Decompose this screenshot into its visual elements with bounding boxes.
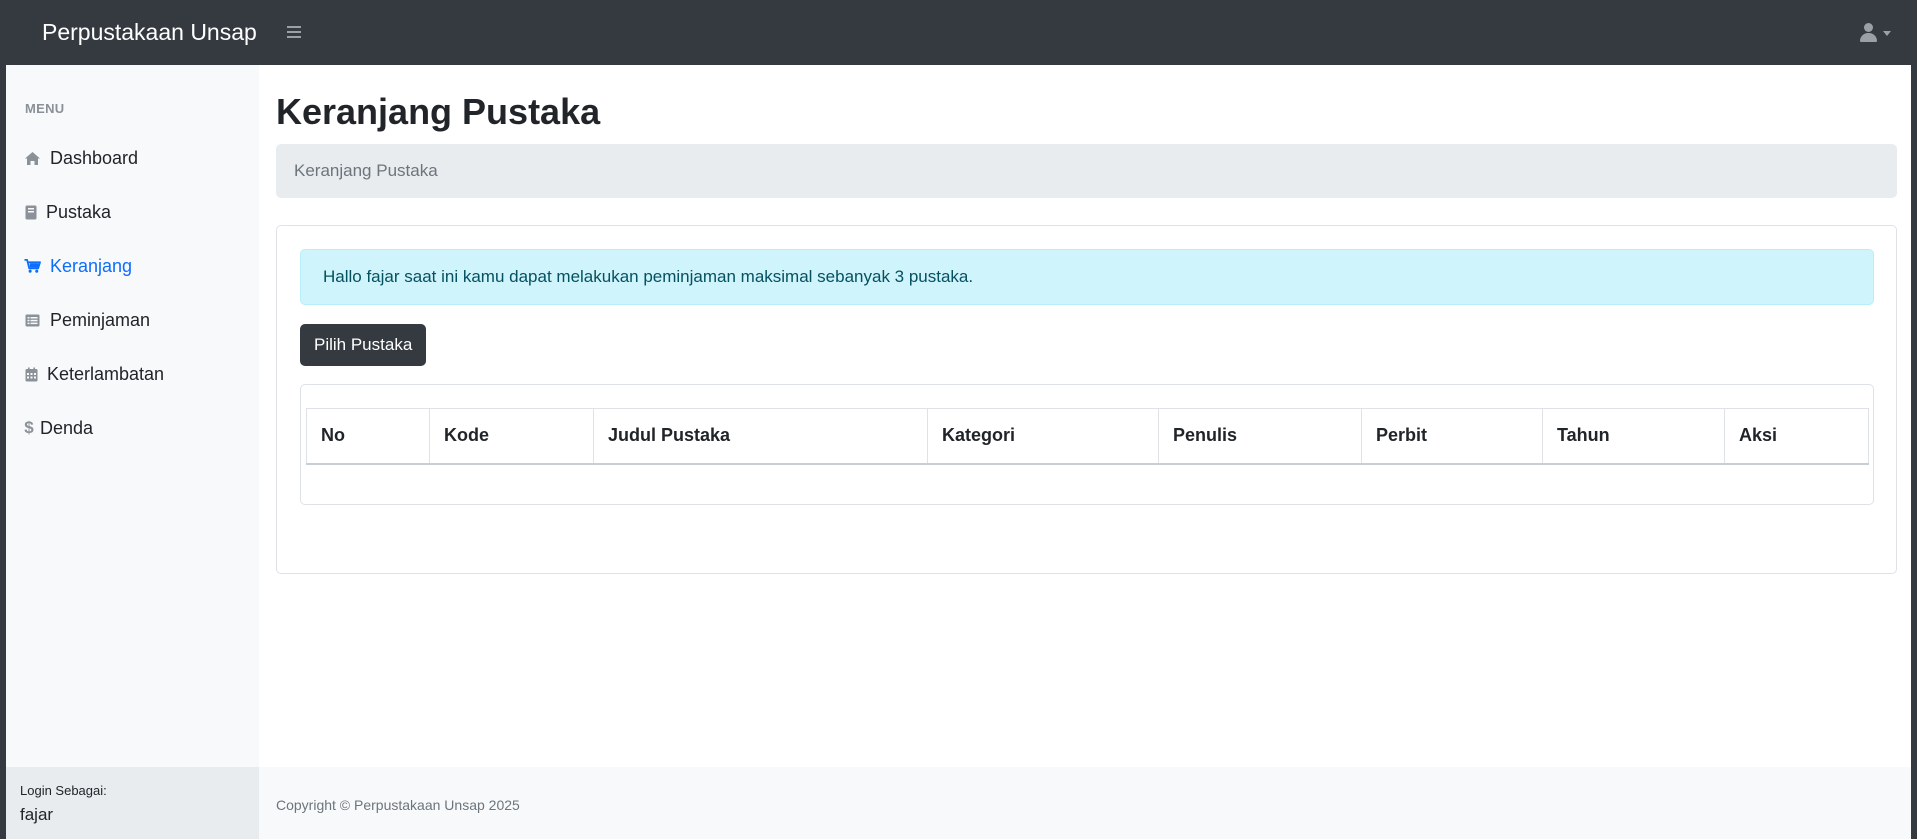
column-header-penulis[interactable]: Penulis — [1158, 408, 1362, 465]
book-icon — [24, 204, 37, 221]
column-header-perbit[interactable]: Perbit — [1361, 408, 1543, 465]
column-header-judul[interactable]: Judul Pustaka — [593, 408, 928, 465]
cart-table: No Kode Judul Pustaka Kategori Penulis P… — [306, 408, 1869, 465]
sidebar-item-label: Keranjang — [50, 255, 133, 276]
sidebar-footer: Login Sebagai: fajar — [6, 767, 259, 839]
sidebar: MENU Dashboard Pustaka Keranjang Peminja… — [6, 65, 259, 767]
column-header-kode[interactable]: Kode — [429, 408, 594, 465]
sidebar-item-label: Denda — [40, 417, 94, 438]
breadcrumb: Keranjang Pustaka — [276, 144, 1897, 198]
user-icon — [1859, 22, 1877, 42]
info-alert: Hallo fajar saat ini kamu dapat melakuka… — [300, 249, 1874, 305]
alert-message: Hallo fajar saat ini kamu dapat melakuka… — [323, 267, 974, 286]
main-content: Keranjang Pustaka Keranjang Pustaka Hall… — [259, 65, 1911, 767]
login-label: Login Sebagai: — [20, 783, 107, 798]
breadcrumb-item-active: Keranjang Pustaka — [294, 161, 438, 180]
column-header-tahun[interactable]: Tahun — [1542, 408, 1725, 465]
page-title: Keranjang Pustaka — [276, 91, 601, 132]
table-header-row: No Kode Judul Pustaka Kategori Penulis P… — [306, 408, 1869, 465]
cart-card: Hallo fajar saat ini kamu dapat melakuka… — [276, 225, 1897, 574]
table-container: No Kode Judul Pustaka Kategori Penulis P… — [300, 384, 1874, 505]
logged-in-username: fajar — [20, 805, 54, 824]
sidebar-item-label: Peminjaman — [50, 309, 151, 330]
sidebar-item-denda[interactable]: $ Denda — [24, 413, 93, 443]
sidebar-item-label: Pustaka — [46, 201, 112, 222]
sidebar-heading: MENU — [25, 101, 65, 116]
sidebar-toggle-button[interactable] — [284, 22, 304, 42]
sidebar-item-label: Keterlambatan — [47, 363, 165, 384]
brand-title[interactable]: Perpustakaan Unsap — [42, 19, 257, 46]
calendar-icon — [24, 366, 38, 383]
sidebar-item-peminjaman[interactable]: Peminjaman — [24, 305, 150, 335]
list-icon — [24, 312, 41, 329]
cart-icon — [24, 258, 41, 275]
sidebar-item-keranjang[interactable]: Keranjang — [24, 251, 132, 281]
caret-down-icon — [1883, 30, 1891, 36]
top-navbar: Perpustakaan Unsap — [0, 0, 1917, 65]
column-header-kategori[interactable]: Kategori — [927, 408, 1159, 465]
dollar-icon: $ — [24, 418, 34, 437]
page-footer: Copyright © Perpustakaan Unsap 2025 — [259, 767, 1911, 839]
home-icon — [24, 150, 41, 167]
sidebar-item-dashboard[interactable]: Dashboard — [24, 143, 138, 173]
column-header-aksi[interactable]: Aksi — [1724, 408, 1869, 465]
copyright-text: Copyright © Perpustakaan Unsap 2025 — [276, 797, 520, 813]
user-menu-button[interactable] — [1859, 22, 1891, 42]
column-header-no[interactable]: No — [306, 408, 430, 465]
sidebar-item-keterlambatan[interactable]: Keterlambatan — [24, 359, 164, 389]
bars-icon — [287, 26, 301, 28]
sidebar-item-pustaka[interactable]: Pustaka — [24, 197, 111, 227]
sidebar-item-label: Dashboard — [50, 147, 139, 168]
choose-book-button[interactable]: Pilih Pustaka — [300, 324, 427, 366]
